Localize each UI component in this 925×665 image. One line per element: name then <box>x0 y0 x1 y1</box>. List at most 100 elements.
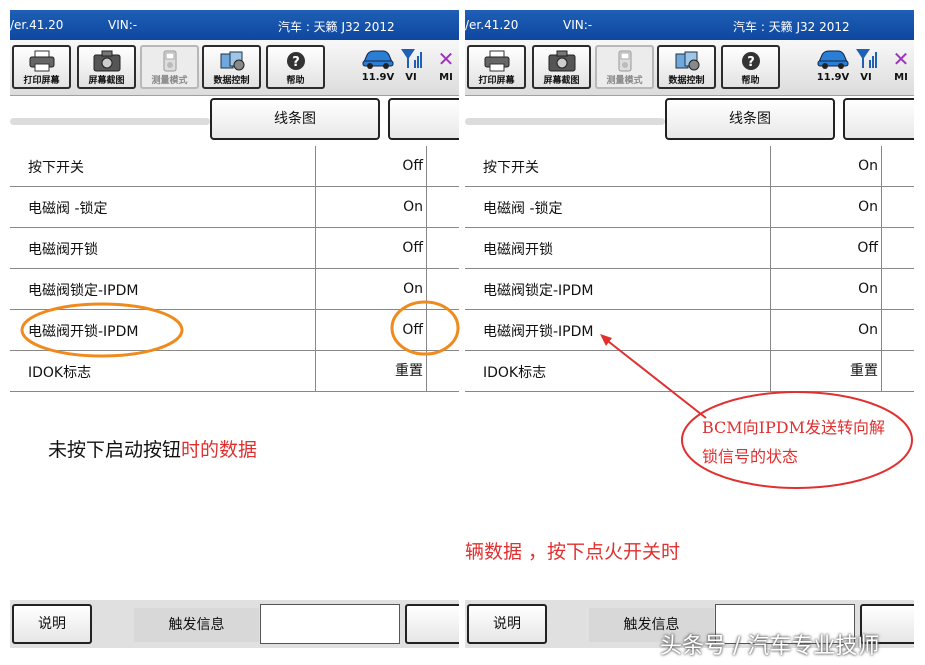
scan-tool-screen-after: /er.41.20 VIN:- 汽车 : 天籁 J32 2012 打印屏幕 屏幕… <box>465 10 914 660</box>
item-label: 电磁阀 -锁定 <box>28 201 108 217</box>
item-label: 电磁阀 -锁定 <box>483 201 563 217</box>
mi-label: MI <box>894 72 908 83</box>
table-row[interactable]: 电磁阀开锁-IPDM Off <box>10 310 459 351</box>
svg-text:?: ? <box>292 55 300 70</box>
toolbar: 打印屏幕 屏幕截图 测量模式 数据控制 ? 帮助 11.9V VI ✕ MI <box>465 40 914 96</box>
print-screen-button[interactable]: 打印屏幕 <box>467 45 526 89</box>
item-label: IDOK标志 <box>483 365 547 381</box>
mi-status: ✕ MI <box>889 46 913 83</box>
item-value: 重置 <box>770 351 882 391</box>
svg-text:?: ? <box>747 55 755 70</box>
footer-bar: 说明 触发信息 <box>10 600 459 648</box>
screenshot-button[interactable]: 屏幕截图 <box>532 45 591 89</box>
signal-icon <box>398 46 424 72</box>
footer-extra-button[interactable] <box>405 604 459 644</box>
help-icon: ? <box>735 50 767 72</box>
item-label: IDOK标志 <box>28 365 92 381</box>
item-value: On <box>315 187 427 227</box>
annotation-red-text: 辆数据 ，按下点火开关时 <box>465 541 681 563</box>
measure-mode-button[interactable]: 测量模式 <box>595 45 654 89</box>
signal-icon <box>853 46 879 72</box>
help-icon: ? <box>280 50 312 72</box>
table-row[interactable]: IDOK标志 重置 <box>10 351 459 392</box>
vehicle-label: 汽车 : 天籁 J32 2012 <box>278 20 395 34</box>
data-control-label: 数据控制 <box>668 76 705 86</box>
table-row[interactable]: 电磁阀锁定-IPDM On <box>465 269 914 310</box>
explain-button[interactable]: 说明 <box>12 604 92 644</box>
mi-label: MI <box>439 72 453 83</box>
data-control-icon <box>671 50 703 72</box>
trigger-info-field[interactable] <box>260 604 400 644</box>
view-tabs: 线条图 单 <box>10 96 459 146</box>
software-version: /er.41.20 <box>465 18 519 32</box>
annotation-red-text: 时的数据 <box>181 439 258 461</box>
table-row[interactable]: 电磁阀开锁-IPDM On <box>465 310 914 351</box>
table-row[interactable]: 电磁阀 -锁定 On <box>465 187 914 228</box>
vehicle-label: 汽车 : 天籁 J32 2012 <box>733 20 850 34</box>
table-row[interactable]: 电磁阀 -锁定 On <box>10 187 459 228</box>
battery-voltage: 11.9V <box>361 72 395 83</box>
screenshot-label: 屏幕截图 <box>543 76 580 86</box>
help-button[interactable]: ? 帮助 <box>266 45 325 89</box>
item-value: Off <box>315 146 427 186</box>
single-view-button[interactable]: 单 <box>388 98 459 140</box>
title-bar: /er.41.20 VIN:- 汽车 : 天籁 J32 2012 <box>10 10 459 40</box>
print-screen-label: 打印屏幕 <box>23 76 60 86</box>
trigger-info-label: 触发信息 <box>134 608 259 642</box>
battery-status: 11.9V <box>360 46 396 83</box>
item-label: 电磁阀开锁 <box>483 242 553 258</box>
measure-mode-label: 测量模式 <box>151 76 188 86</box>
camera-icon <box>91 50 123 72</box>
measure-mode-button[interactable]: 测量模式 <box>140 45 199 89</box>
vin-label: VIN:- <box>108 18 138 32</box>
print-screen-button[interactable]: 打印屏幕 <box>12 45 71 89</box>
item-label: 电磁阀开锁-IPDM <box>28 324 139 340</box>
item-value: On <box>770 269 882 309</box>
close-icon: ✕ <box>892 47 910 71</box>
item-value: On <box>770 187 882 227</box>
screenshot-label: 屏幕截图 <box>88 76 125 86</box>
battery-status: 11.9V <box>815 46 851 83</box>
table-row[interactable]: 电磁阀开锁 Off <box>10 228 459 269</box>
table-row[interactable]: 按下开关 Off <box>10 146 459 187</box>
title-bar: /er.41.20 VIN:- 汽车 : 天籁 J32 2012 <box>465 10 914 40</box>
item-value: On <box>770 310 882 350</box>
vi-label: VI <box>405 72 417 83</box>
single-view-button[interactable]: 单 <box>843 98 914 140</box>
toolbar: 打印屏幕 屏幕截图 测量模式 数据控制 ? 帮助 11.9V VI ✕ MI <box>10 40 459 96</box>
item-label: 按下开关 <box>28 160 84 176</box>
scan-tool-screen-before: /er.41.20 VIN:- 汽车 : 天籁 J32 2012 打印屏幕 屏幕… <box>10 10 459 660</box>
software-version: /er.41.20 <box>10 18 64 32</box>
item-label: 电磁阀开锁 <box>28 242 98 258</box>
data-control-button[interactable]: 数据控制 <box>202 45 261 89</box>
data-monitor-list: 按下开关 On 电磁阀 -锁定 On 电磁阀开锁 Off 电磁阀锁定-IPDM On 电… <box>465 146 914 392</box>
graph-view-button[interactable]: 线条图 <box>210 98 380 140</box>
graph-view-button[interactable]: 线条图 <box>665 98 835 140</box>
item-value: Off <box>315 228 427 268</box>
car-icon <box>815 46 851 72</box>
scroll-track <box>465 118 665 125</box>
table-row[interactable]: IDOK标志 重置 <box>465 351 914 392</box>
vin-label: VIN:- <box>563 18 593 32</box>
screenshot-button[interactable]: 屏幕截图 <box>77 45 136 89</box>
item-value: On <box>315 269 427 309</box>
item-label: 电磁阀开锁-IPDM <box>483 324 594 340</box>
help-button[interactable]: ? 帮助 <box>721 45 780 89</box>
help-label: 帮助 <box>286 76 305 86</box>
view-tabs: 线条图 单 <box>465 96 914 146</box>
item-value: Off <box>315 310 427 350</box>
watermark: 头条号 / 汽车专业技师 <box>660 634 880 659</box>
table-row[interactable]: 按下开关 On <box>465 146 914 187</box>
data-control-button[interactable]: 数据控制 <box>657 45 716 89</box>
car-icon <box>360 46 396 72</box>
table-row[interactable]: 电磁阀开锁 Off <box>465 228 914 269</box>
vi-label: VI <box>860 72 872 83</box>
item-value: On <box>770 146 882 186</box>
explain-button[interactable]: 说明 <box>467 604 547 644</box>
battery-voltage: 11.9V <box>816 72 850 83</box>
mi-status: ✕ MI <box>434 46 458 83</box>
data-monitor-list: 按下开关 Off 电磁阀 -锁定 On 电磁阀开锁 Off 电磁阀锁定-IPDM On … <box>10 146 459 392</box>
measure-mode-label: 测量模式 <box>606 76 643 86</box>
close-icon: ✕ <box>437 47 455 71</box>
table-row[interactable]: 电磁阀锁定-IPDM On <box>10 269 459 310</box>
